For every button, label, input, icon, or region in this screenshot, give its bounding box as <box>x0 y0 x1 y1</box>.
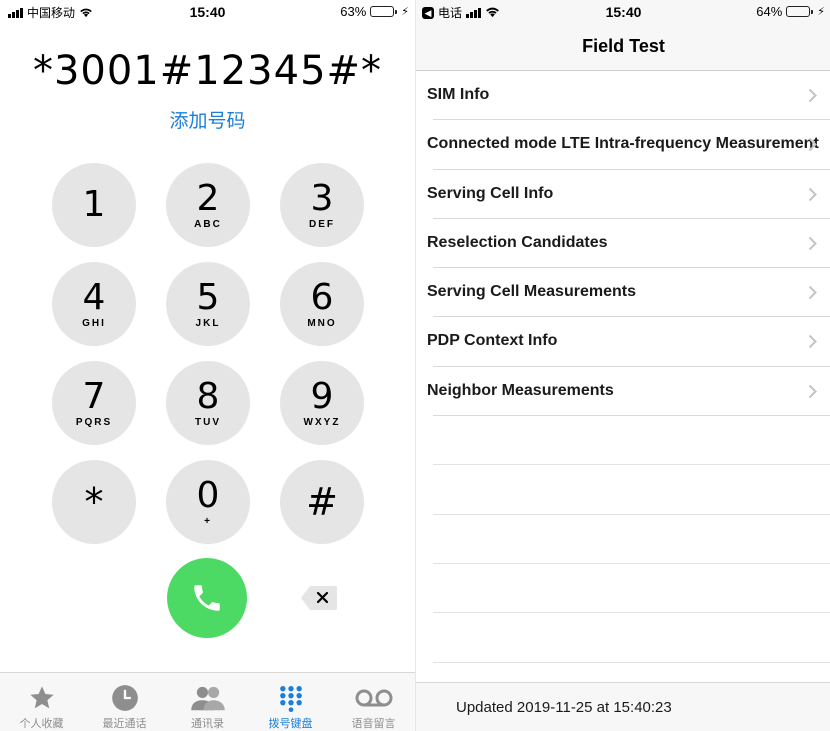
keypad-icon <box>277 683 305 713</box>
key-letters: + <box>204 515 212 527</box>
key-letters: MNO <box>307 317 337 329</box>
key-2[interactable]: 2 ABC <box>166 163 250 247</box>
menu-row-label: PDP Context Info <box>427 332 558 350</box>
key-9[interactable]: 9 WXYZ <box>280 361 364 445</box>
chevron-right-icon <box>808 137 817 157</box>
chevron-right-icon <box>808 88 817 108</box>
empty-row <box>433 613 830 663</box>
field-test-screen: ◀ 电话 15:40 64% ⚡ Field Test SIM Info Conn… <box>415 0 830 731</box>
tab-label: 拨号键盘 <box>268 717 313 730</box>
add-number-link[interactable]: 添加号码 <box>0 106 415 133</box>
chevron-right-icon <box>808 236 817 256</box>
tab-voicemail[interactable]: 语音留言 <box>332 673 415 731</box>
key-digit: 3 <box>310 177 334 219</box>
key-7[interactable]: 7 PQRS <box>52 361 136 445</box>
menu-row-label: Neighbor Measurements <box>427 381 614 399</box>
tab-contacts[interactable]: 通讯录 <box>166 673 249 731</box>
empty-row <box>433 465 830 515</box>
key-3[interactable]: 3 DEF <box>280 163 364 247</box>
key-digit: 0 <box>196 474 220 516</box>
menu-row-label: SIM Info <box>427 86 490 103</box>
key-digit: 1 <box>82 183 106 225</box>
dialed-number: *3001#12345#* <box>32 48 383 94</box>
menu-row[interactable]: Serving Cell Info <box>427 170 830 219</box>
tab-label: 通讯录 <box>191 717 224 730</box>
key-digit: 5 <box>196 276 220 318</box>
chevron-right-icon <box>808 334 817 354</box>
updated-timestamp: Updated 2019-11-25 at 15:40:23 <box>456 699 672 716</box>
chevron-right-icon <box>808 384 817 404</box>
tab-clock[interactable]: 最近通话 <box>83 673 166 731</box>
tab-label: 语音留言 <box>351 717 396 730</box>
contacts-icon <box>189 683 227 713</box>
key-5[interactable]: 5 JKL <box>166 262 250 346</box>
empty-row <box>433 416 830 466</box>
key-hash[interactable]: # <box>280 460 364 544</box>
chevron-right-icon <box>808 187 817 207</box>
key-digit: # <box>306 479 338 524</box>
tab-bar: 个人收藏 最近通话 通讯录 拨号键盘 语音留言 <box>0 672 415 731</box>
charging-icon-right: ⚡ <box>817 6 825 18</box>
key-letters: GHI <box>82 317 106 329</box>
key-digit: * <box>84 479 104 524</box>
chevron-right-icon <box>808 285 817 305</box>
key-digit: 9 <box>310 375 334 417</box>
key-digit: 7 <box>82 375 106 417</box>
call-button[interactable] <box>167 558 247 638</box>
field-test-menu: SIM Info Connected mode LTE Intra-frequen… <box>416 71 830 663</box>
battery-percent: 63% <box>340 4 367 19</box>
key-4[interactable]: 4 GHI <box>52 262 136 346</box>
status-bar: 中国移动 15:40 63% ⚡ <box>0 0 415 24</box>
menu-row[interactable]: Neighbor Measurements <box>427 367 830 417</box>
key-0[interactable]: 0 + <box>166 460 250 544</box>
menu-row[interactable]: Serving Cell Measurements <box>427 268 830 318</box>
key-1[interactable]: 1 <box>52 163 136 247</box>
tab-label: 个人收藏 <box>19 717 64 730</box>
key-letters: PQRS <box>75 416 113 428</box>
status-bar-right: ◀ 电话 15:40 64% ⚡ <box>416 0 830 24</box>
menu-row[interactable]: PDP Context Info <box>427 317 830 367</box>
voicemail-icon <box>354 683 394 713</box>
key-letters: TUV <box>195 416 221 428</box>
page-title: Field Test <box>582 36 665 56</box>
star-icon <box>27 683 57 713</box>
key-letters: DEF <box>309 218 335 230</box>
menu-row[interactable]: Connected mode LTE Intra-frequency Measu… <box>427 120 830 170</box>
key-8[interactable]: 8 TUV <box>166 361 250 445</box>
phone-icon <box>194 585 220 611</box>
battery-icon <box>370 6 398 17</box>
menu-row-label: Serving Cell Info <box>427 184 554 202</box>
status-right-right: 64% ⚡ <box>756 4 825 19</box>
backspace-icon <box>301 586 337 610</box>
key-letters: WXYZ <box>303 416 341 428</box>
key-digit: 6 <box>310 276 334 318</box>
key-digit: 4 <box>82 276 106 318</box>
dialer-screen: 中国移动 15:40 63% ⚡ *3001#12345#* 添加号码 1 2 AB… <box>0 0 415 731</box>
key-digit: 2 <box>196 177 220 219</box>
tab-keypad[interactable]: 拨号键盘 <box>249 673 332 731</box>
nav-header: ◀ 电话 15:40 64% ⚡ Field Test <box>416 0 830 71</box>
key-6[interactable]: 6 MNO <box>280 262 364 346</box>
key-letters: JKL <box>195 317 221 329</box>
menu-row-label: Serving Cell Measurements <box>427 283 636 301</box>
menu-row[interactable]: SIM Info <box>427 71 830 121</box>
status-right: 63% ⚡ <box>340 4 409 19</box>
key-letters: ABC <box>194 218 222 230</box>
update-footer: Updated 2019-11-25 at 15:40:23 <box>416 682 830 731</box>
battery-percent-right: 64% <box>756 4 783 19</box>
charging-icon: ⚡ <box>401 6 409 18</box>
key-digit: 8 <box>196 375 220 417</box>
menu-row-label: Connected mode LTE Intra-frequency Measu… <box>427 135 819 153</box>
tab-star[interactable]: 个人收藏 <box>0 673 83 731</box>
delete-button[interactable] <box>300 585 338 611</box>
tab-label: 最近通话 <box>102 717 147 730</box>
empty-row <box>433 515 830 564</box>
clock-icon <box>111 683 139 713</box>
menu-row[interactable]: Reselection Candidates <box>427 219 830 269</box>
key-star[interactable]: * <box>52 460 136 544</box>
empty-row <box>433 564 830 614</box>
menu-row-label: Reselection Candidates <box>427 233 608 251</box>
battery-icon-right <box>786 6 814 17</box>
